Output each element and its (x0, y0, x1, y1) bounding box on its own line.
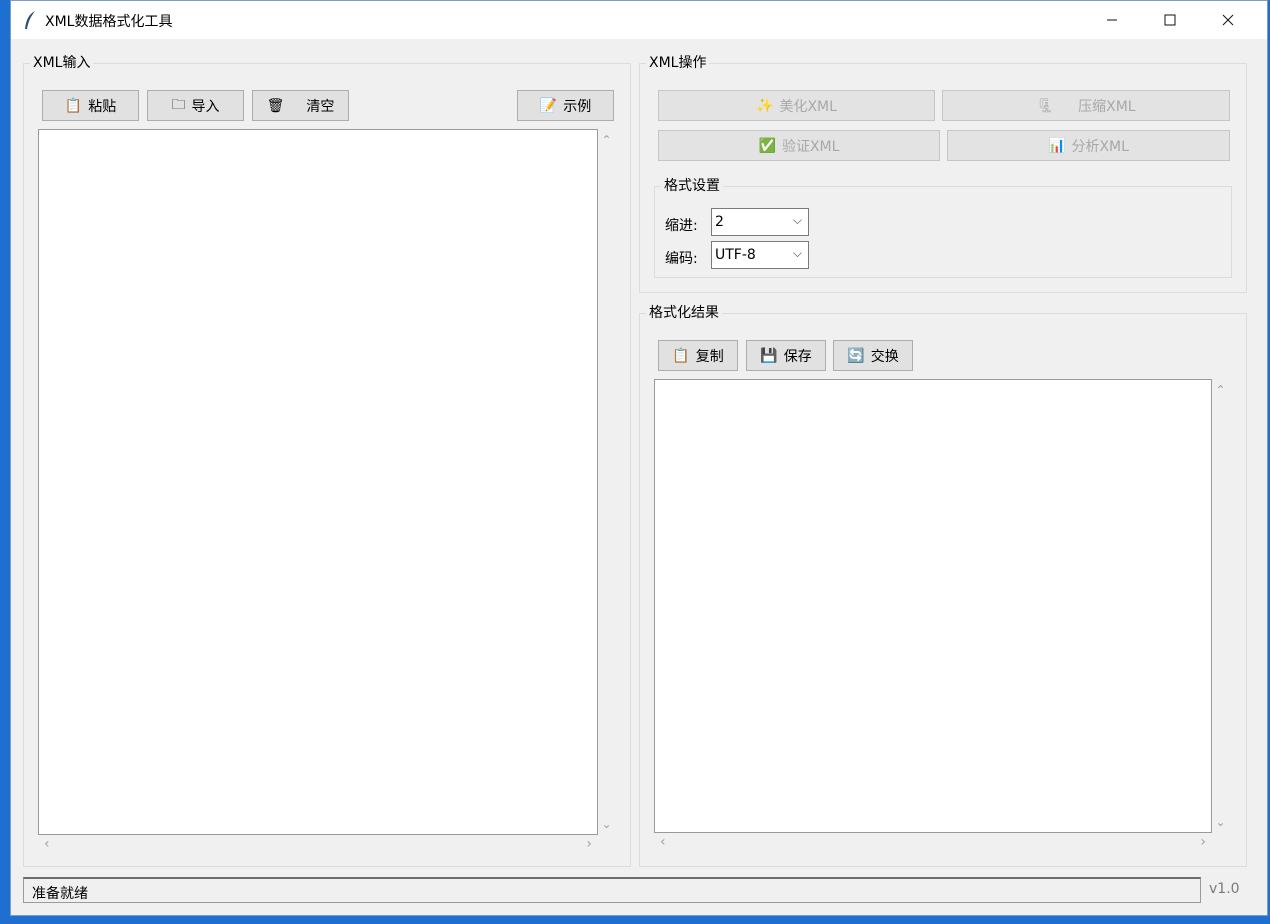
validate-button[interactable]: ✅ 验证XML (658, 130, 940, 161)
version-label: v1.0 (1209, 881, 1240, 897)
paste-label: 粘贴 (88, 98, 117, 115)
xml-input-textarea[interactable] (38, 129, 598, 835)
trash-icon: 🗑 (266, 97, 285, 114)
encoding-label: 编码: (665, 251, 698, 267)
folder-icon: 🗀 (171, 96, 186, 113)
paste-button[interactable]: 📋 粘贴 (42, 90, 139, 121)
beautify-button[interactable]: ✨ 美化XML (658, 90, 935, 121)
encoding-select[interactable]: UTF-8 ⌵ (711, 241, 809, 269)
clipboard-icon: 📋 (672, 347, 690, 364)
compress-label: 压缩XML (1078, 98, 1136, 115)
import-button[interactable]: 🗀 导入 (147, 90, 244, 121)
compress-icon: 🗜 (1036, 97, 1055, 114)
app-window: XML数据格式化工具 XML输入 📋 粘贴 🗀 导入 🗑 清空 📝 示例 ⌃ ⌄… (10, 0, 1268, 916)
copy-label: 复制 (695, 348, 724, 365)
maximize-button[interactable] (1141, 1, 1199, 39)
analyze-button[interactable]: 📊 分析XML (947, 130, 1230, 161)
minimize-icon (1107, 19, 1117, 21)
indent-value: 2 (715, 214, 724, 230)
clear-button[interactable]: 🗑 清空 (252, 90, 349, 121)
format-settings-group: 格式设置 缩进: 2 ⌵ 编码: UTF-8 ⌵ (654, 177, 1232, 278)
format-settings-label: 格式设置 (661, 177, 723, 195)
clipboard-icon: 📋 (64, 97, 83, 114)
maximize-icon (1164, 14, 1176, 26)
close-button[interactable] (1199, 1, 1257, 39)
clear-label: 清空 (306, 98, 335, 115)
scroll-up-icon[interactable]: ⌃ (1215, 383, 1225, 397)
import-label: 导入 (191, 98, 220, 115)
scroll-down-icon[interactable]: ⌄ (601, 817, 611, 831)
memo-icon: 📝 (539, 97, 558, 114)
beautify-label: 美化XML (779, 98, 837, 115)
xml-ops-group: XML操作 ✨ 美化XML 🗜 压缩XML ✅ 验证XML 📊 分析XML 格式… (639, 54, 1247, 293)
result-horizontal-scrollbar[interactable]: ‹ › (654, 833, 1212, 850)
scroll-right-icon[interactable]: › (586, 836, 592, 852)
result-vertical-scrollbar[interactable]: ⌃ ⌄ (1212, 379, 1229, 833)
result-textarea[interactable] (654, 379, 1212, 833)
swap-label: 交换 (870, 348, 899, 365)
save-button[interactable]: 💾 保存 (746, 340, 826, 371)
xml-ops-label: XML操作 (646, 54, 710, 72)
compress-button[interactable]: 🗜 压缩XML (942, 90, 1230, 121)
chevron-down-icon: ⌵ (792, 213, 802, 227)
floppy-icon: 💾 (760, 347, 778, 364)
scroll-right-icon[interactable]: › (1200, 834, 1206, 850)
minimize-button[interactable] (1083, 1, 1141, 39)
indent-select[interactable]: 2 ⌵ (711, 208, 809, 236)
refresh-icon: 🔄 (847, 347, 865, 364)
validate-label: 验证XML (781, 138, 840, 155)
save-label: 保存 (783, 348, 812, 365)
sparkle-icon: ✨ (756, 97, 774, 114)
input-horizontal-scrollbar[interactable]: ‹ › (38, 835, 598, 852)
result-label: 格式化结果 (646, 304, 722, 322)
check-icon: ✅ (758, 137, 776, 154)
status-bar: 准备就绪 (23, 877, 1201, 903)
xml-input-group: XML输入 📋 粘贴 🗀 导入 🗑 清空 📝 示例 ⌃ ⌄ ‹ › (23, 54, 631, 867)
scroll-left-icon[interactable]: ‹ (44, 836, 50, 852)
chart-icon: 📊 (1048, 137, 1066, 154)
feather-icon (25, 11, 35, 29)
scroll-left-icon[interactable]: ‹ (660, 834, 666, 850)
example-label: 示例 (563, 98, 592, 115)
scroll-up-icon[interactable]: ⌃ (601, 133, 611, 147)
scroll-down-icon[interactable]: ⌄ (1215, 815, 1225, 829)
window-title: XML数据格式化工具 (45, 14, 173, 30)
analyze-label: 分析XML (1071, 138, 1129, 155)
copy-button[interactable]: 📋 复制 (658, 340, 738, 371)
title-bar: XML数据格式化工具 (11, 1, 1267, 39)
example-button[interactable]: 📝 示例 (517, 90, 614, 121)
chevron-down-icon: ⌵ (792, 246, 802, 260)
result-group: 格式化结果 📋 复制 💾 保存 🔄 交换 ⌃ ⌄ ‹ › (639, 304, 1247, 867)
status-text: 准备就绪 (32, 886, 88, 902)
encoding-value: UTF-8 (715, 247, 756, 263)
swap-button[interactable]: 🔄 交换 (833, 340, 913, 371)
xml-input-label: XML输入 (30, 54, 94, 72)
indent-label: 缩进: (665, 218, 698, 234)
input-vertical-scrollbar[interactable]: ⌃ ⌄ (598, 129, 615, 835)
close-icon (1222, 14, 1234, 26)
